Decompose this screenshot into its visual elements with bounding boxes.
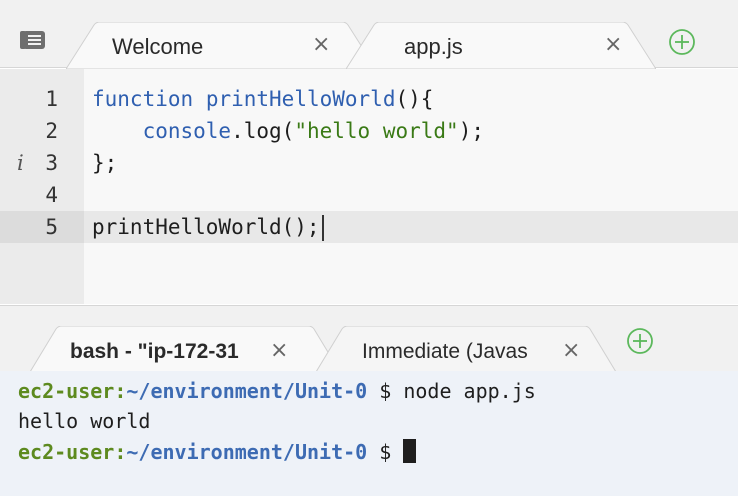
terminal-command-line: ec2-user:~/environment/Unit-0 $ node app… [18, 379, 536, 403]
code-text[interactable]: }; [84, 147, 738, 179]
code-line[interactable]: 1 function printHelloWorld(){ [0, 83, 738, 115]
text-cursor [321, 215, 324, 241]
close-icon[interactable]: × [562, 338, 580, 363]
prompt-path: ~/environment/Unit-0 [126, 440, 368, 464]
terminal-tab-bar: bash - "ip-172-31 × Immediate (Javas × [0, 305, 738, 372]
line-number: 5 [45, 215, 58, 239]
tab-immediate[interactable]: Immediate (Javas × [316, 326, 616, 372]
tab-bash[interactable]: bash - "ip-172-31 × [30, 326, 340, 372]
terminal-panel[interactable]: ec2-user:~/environment/Unit-0 $ node app… [0, 371, 738, 496]
code-text[interactable] [84, 179, 738, 211]
code-text[interactable]: function printHelloWorld(){ [84, 83, 738, 115]
close-icon[interactable]: × [604, 32, 622, 57]
terminal-cursor [403, 439, 417, 463]
tab-welcome[interactable]: Welcome × [66, 22, 376, 69]
line-number: 2 [45, 119, 58, 143]
terminal-output: hello world [18, 409, 151, 433]
keyword: function [92, 87, 194, 111]
tab-immediate-label: Immediate (Javas [362, 340, 528, 363]
close-icon[interactable]: × [270, 338, 288, 363]
code-text[interactable]: printHelloWorld(); [84, 211, 738, 243]
code-text[interactable]: console.log("hello world"); [84, 115, 738, 147]
prompt-symbol: $ [367, 379, 404, 403]
terminal-prompt-line[interactable]: ec2-user:~/environment/Unit-0 $ [18, 439, 417, 464]
list-menu-icon[interactable] [20, 30, 46, 50]
code-line[interactable]: 4 [0, 179, 738, 211]
prompt-symbol: $ [367, 440, 404, 464]
code-editor[interactable]: 1 function printHelloWorld(){ 2 console.… [0, 69, 738, 304]
prompt-user: ec2-user [18, 379, 115, 403]
tab-app-js-label: app.js [404, 34, 463, 59]
code-line-active[interactable]: 5 printHelloWorld(); [0, 211, 738, 243]
line-number: 3 [45, 151, 58, 175]
terminal-command: node app.js [403, 379, 536, 403]
string-literal: "hello world" [294, 119, 459, 143]
prompt-user: ec2-user [18, 440, 115, 464]
tab-welcome-label: Welcome [112, 34, 204, 59]
info-icon[interactable]: i [17, 151, 24, 175]
line-number: 4 [45, 183, 58, 207]
plus-circle-icon[interactable] [625, 326, 655, 356]
tab-app-js[interactable]: app.js × [346, 22, 656, 69]
plus-circle-icon[interactable] [667, 27, 697, 57]
close-icon[interactable]: × [312, 32, 330, 57]
line-number: 1 [45, 87, 58, 111]
prompt-path: ~/environment/Unit-0 [126, 379, 368, 403]
function-name: printHelloWorld [205, 87, 396, 111]
identifier: console [142, 119, 232, 143]
tab-bash-label: bash - "ip-172-31 [70, 340, 239, 363]
punctuation: (){ [395, 87, 434, 111]
editor-tab-bar: Welcome × app.js × [0, 0, 738, 69]
code-line[interactable]: i 3 }; [0, 147, 738, 179]
code-line[interactable]: 2 console.log("hello world"); [0, 115, 738, 147]
